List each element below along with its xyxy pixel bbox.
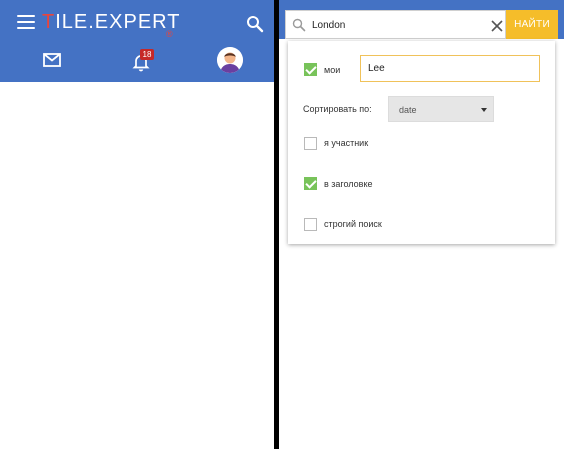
tile-expert-logo[interactable]: TILE.EXPERT bbox=[42, 11, 180, 39]
in-title-checkbox[interactable] bbox=[304, 177, 317, 190]
close-icon[interactable] bbox=[491, 19, 503, 32]
search-icon bbox=[292, 18, 306, 32]
strict-search-label: строгий поиск bbox=[324, 219, 382, 229]
author-name-input[interactable] bbox=[360, 55, 540, 82]
mine-checkbox[interactable] bbox=[304, 63, 317, 76]
left-pane: TILE.EXPERT ® 18 bbox=[0, 0, 274, 449]
mail-icon[interactable] bbox=[42, 52, 62, 68]
find-button[interactable]: НАЙТИ bbox=[506, 10, 558, 39]
search-filters-panel: мои Сортировать по: date я участник в за… bbox=[288, 41, 555, 244]
search-box[interactable] bbox=[285, 10, 506, 39]
top-app-bar: TILE.EXPERT ® 18 bbox=[0, 0, 274, 82]
logo-letter-t: T bbox=[42, 11, 56, 33]
strict-search-checkbox[interactable] bbox=[304, 218, 317, 231]
sort-select[interactable]: date bbox=[388, 96, 494, 122]
menu-icon[interactable] bbox=[17, 15, 35, 31]
avatar-icon[interactable] bbox=[217, 47, 243, 73]
search-input[interactable] bbox=[312, 13, 482, 37]
in-title-label: в заголовке bbox=[324, 179, 373, 189]
participant-label: я участник bbox=[324, 138, 369, 148]
notification-badge: 18 bbox=[140, 49, 154, 60]
right-pane: НАЙТИ мои Сортировать по: date я участни… bbox=[279, 0, 564, 449]
chevron-down-icon bbox=[481, 108, 487, 112]
search-icon[interactable] bbox=[246, 15, 264, 33]
logo-text: ILE.EXPERT bbox=[55, 11, 181, 33]
logo-registered-mark: ® bbox=[166, 29, 173, 39]
sort-label: Сортировать по: bbox=[303, 104, 372, 114]
participant-checkbox[interactable] bbox=[304, 137, 317, 150]
sort-selected-value: date bbox=[399, 105, 417, 115]
mine-label: мои bbox=[324, 65, 341, 75]
